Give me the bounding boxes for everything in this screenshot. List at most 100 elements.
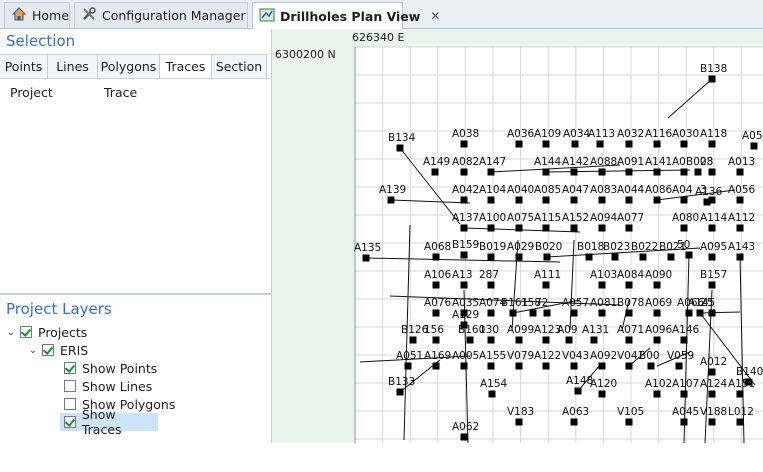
drillhole-marker[interactable] (736, 224, 744, 232)
drillhole-marker[interactable] (515, 253, 523, 261)
drillhole-marker[interactable] (647, 362, 655, 370)
drillhole-marker[interactable] (543, 253, 551, 261)
drillhole-marker[interactable] (487, 281, 495, 289)
drillhole-marker[interactable] (680, 168, 688, 176)
drillhole-marker[interactable] (542, 281, 550, 289)
drillhole-marker[interactable] (680, 196, 688, 204)
drillhole-marker[interactable] (509, 309, 517, 317)
drillhole-marker[interactable] (515, 224, 523, 232)
drillhole-marker[interactable] (432, 309, 440, 317)
checkbox-show-polygons[interactable] (64, 398, 76, 410)
drillhole-marker[interactable] (460, 224, 468, 232)
tab-home[interactable]: Home (4, 2, 70, 28)
panel-divider[interactable] (0, 293, 271, 295)
drillhole-marker[interactable] (653, 196, 661, 204)
drillhole-marker[interactable] (736, 418, 744, 426)
drillhole-marker[interactable] (515, 336, 523, 344)
tree-item-eris[interactable]: ⌄ ERIS (28, 341, 88, 359)
drillhole-marker[interactable] (653, 390, 661, 398)
drillhole-marker[interactable] (736, 196, 744, 204)
drillhole-marker[interactable] (570, 168, 578, 176)
drillhole-marker[interactable] (708, 75, 716, 83)
drillhole-marker[interactable] (625, 196, 633, 204)
drillhole-marker[interactable] (736, 253, 744, 261)
drillhole-marker[interactable] (542, 362, 550, 370)
drillhole-marker[interactable] (680, 336, 688, 344)
drillhole-marker[interactable] (708, 168, 716, 176)
drillhole-marker[interactable] (736, 390, 744, 398)
drillhole-marker[interactable] (542, 140, 550, 148)
drillhole-marker[interactable] (750, 142, 758, 150)
drillhole-marker[interactable] (487, 362, 495, 370)
collapse-icon[interactable]: ⌄ (28, 345, 38, 356)
drillhole-marker[interactable] (487, 168, 495, 176)
checkbox-show-lines[interactable] (64, 380, 76, 392)
drillhole-marker[interactable] (680, 418, 688, 426)
drillhole-marker[interactable] (460, 281, 468, 289)
drillhole-marker[interactable] (625, 336, 633, 344)
drillhole-marker[interactable] (708, 140, 716, 148)
drillhole-marker[interactable] (432, 253, 440, 261)
drillhole-marker[interactable] (708, 196, 716, 204)
close-icon[interactable]: ✕ (430, 9, 440, 23)
drillhole-marker[interactable] (570, 309, 578, 317)
drillhole-marker[interactable] (694, 168, 702, 176)
drillhole-marker[interactable] (570, 196, 578, 204)
drillhole-marker[interactable] (460, 433, 468, 441)
drillhole-marker[interactable] (708, 281, 716, 289)
drillhole-marker[interactable] (543, 309, 551, 317)
checkbox-projects[interactable] (20, 326, 32, 338)
drillhole-marker[interactable] (625, 362, 633, 370)
drillhole-marker[interactable] (611, 253, 619, 261)
drillhole-marker[interactable] (685, 309, 693, 317)
collapse-icon[interactable]: ⌄ (6, 327, 16, 338)
drillhole-marker[interactable] (653, 309, 661, 317)
drillhole-marker[interactable] (598, 362, 606, 370)
drillhole-marker[interactable] (565, 336, 573, 344)
tree-item-projects[interactable]: ⌄ Projects (6, 323, 87, 341)
drillhole-marker[interactable] (432, 362, 440, 370)
drillhole-marker[interactable] (466, 336, 474, 344)
drillhole-marker[interactable] (596, 140, 604, 148)
drillhole-marker[interactable] (653, 168, 661, 176)
drillhole-marker[interactable] (431, 168, 439, 176)
drillhole-marker[interactable] (460, 362, 468, 370)
subtab-points[interactable]: Points (0, 54, 48, 78)
drillhole-marker[interactable] (487, 224, 495, 232)
drillhole-marker[interactable] (708, 368, 716, 376)
subtab-traces[interactable]: Traces (160, 54, 212, 78)
drillhole-marker[interactable] (542, 196, 550, 204)
drillhole-marker[interactable] (639, 253, 647, 261)
drillhole-marker[interactable] (396, 144, 404, 152)
drillhole-marker[interactable] (529, 309, 537, 317)
drillhole-collars[interactable]: B138 B134 A038 A036 A109 A034A113 A032 A116 A030… (354, 63, 763, 441)
drillhole-marker[interactable] (708, 418, 716, 426)
drillhole-marker[interactable] (460, 251, 468, 259)
drillhole-marker[interactable] (625, 418, 633, 426)
drillhole-marker[interactable] (625, 309, 633, 317)
drillhole-marker[interactable] (515, 418, 523, 426)
subtab-polygons[interactable]: Polygons (98, 54, 160, 78)
drillhole-marker[interactable] (460, 168, 468, 176)
drillhole-marker[interactable] (585, 253, 593, 261)
checkbox-show-traces[interactable] (64, 416, 76, 428)
drillhole-marker[interactable] (571, 140, 579, 148)
drillhole-marker[interactable] (598, 390, 606, 398)
drillhole-marker[interactable] (396, 388, 404, 396)
drillhole-marker[interactable] (487, 253, 495, 261)
drillhole-marker[interactable] (696, 309, 704, 317)
drillhole-marker[interactable] (625, 140, 633, 148)
drillhole-marker[interactable] (708, 390, 716, 398)
tree-item-show-points[interactable]: Show Points (64, 359, 157, 377)
tree-item-show-traces[interactable]: Show Traces (60, 407, 158, 437)
drillhole-marker[interactable] (387, 196, 395, 204)
drillhole-marker[interactable] (542, 224, 550, 232)
checkbox-show-points[interactable] (64, 362, 76, 374)
tab-drillholes-plan-view[interactable]: Drillholes Plan View ✕ (252, 2, 440, 29)
drillhole-marker[interactable] (542, 168, 550, 176)
drillhole-marker[interactable] (432, 281, 440, 289)
drillhole-marker[interactable] (487, 196, 495, 204)
drillhole-marker[interactable] (570, 224, 578, 232)
drillhole-marker[interactable] (625, 224, 633, 232)
drillhole-marker[interactable] (598, 168, 606, 176)
